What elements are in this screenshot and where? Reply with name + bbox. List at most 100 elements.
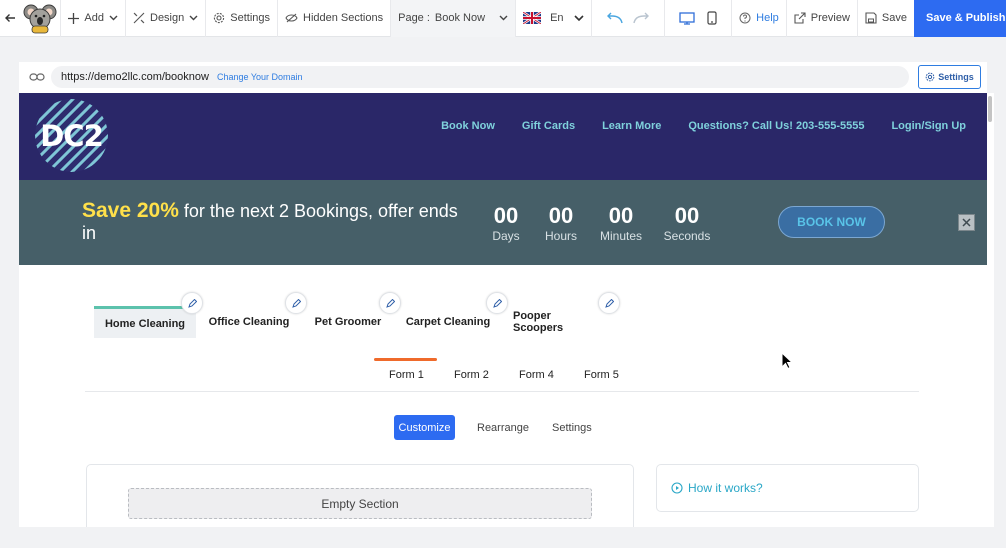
add-menu[interactable]: Add	[61, 0, 126, 37]
preview-button[interactable]: Preview	[787, 0, 858, 37]
book-now-button[interactable]: BOOK NOW	[778, 206, 885, 238]
tab-form-5[interactable]: Form 5	[584, 369, 619, 381]
customize-button[interactable]: Customize	[394, 415, 455, 440]
site-header: DC2 Book Now Gift Cards Learn More Quest…	[19, 93, 987, 180]
countdown-label: Seconds	[663, 229, 711, 243]
pencil-icon	[291, 298, 301, 308]
play-circle-icon	[671, 482, 683, 494]
save-label: Save	[881, 12, 907, 24]
promo-highlight: Save 20%	[82, 199, 179, 222]
divider	[85, 391, 919, 392]
countdown-value: 00	[493, 203, 519, 228]
save-icon	[865, 12, 877, 24]
question-circle-icon	[739, 12, 751, 24]
empty-section[interactable]: Empty Section	[128, 488, 592, 519]
close-icon	[962, 218, 971, 227]
editor-toolbar: Add Design Settings Hidden Sections Page…	[0, 0, 1006, 37]
countdown-label: Days	[492, 229, 520, 243]
url-field[interactable]: https://demo2llc.com/booknow Change Your…	[51, 66, 909, 88]
desktop-icon[interactable]	[679, 11, 695, 25]
chevron-down-icon	[109, 15, 118, 21]
countdown-value: 00	[608, 203, 634, 228]
countdown-seconds: 00 Seconds	[662, 203, 712, 243]
edit-tab-button[interactable]	[379, 292, 401, 314]
countdown-days: 00 Days	[487, 203, 525, 243]
publish-label: Save & Publish	[926, 12, 1006, 24]
language-value: En	[550, 12, 564, 24]
tab-form-4[interactable]: Form 4	[519, 369, 554, 381]
mouse-cursor-icon	[781, 352, 793, 370]
dc2-logo[interactable]: DC2	[35, 99, 108, 172]
pencil-icon	[604, 298, 614, 308]
scrollbar-track[interactable]	[987, 93, 994, 527]
countdown-minutes: 00 Minutes	[597, 203, 645, 243]
close-banner-button[interactable]	[958, 214, 975, 231]
edit-tab-button[interactable]	[598, 292, 620, 314]
site-nav: Book Now Gift Cards Learn More Questions…	[441, 120, 966, 132]
tab-pooper-scoopers[interactable]: Pooper Scoopers	[513, 306, 603, 338]
mobile-icon[interactable]	[707, 11, 717, 25]
help-button[interactable]: Help	[732, 0, 787, 37]
help-panel: How it works?	[656, 464, 919, 512]
device-toggles	[665, 0, 733, 37]
promo-banner: Save 20% for the next 2 Bookings, offer …	[19, 180, 987, 265]
nav-learn-more[interactable]: Learn More	[602, 120, 661, 132]
tab-pet-groomer[interactable]: Pet Groomer	[309, 306, 387, 338]
gear-icon	[925, 72, 935, 82]
scrollbar-thumb[interactable]	[988, 96, 992, 122]
page-selector[interactable]: Page : Book Now	[391, 0, 517, 37]
site-preview: DC2 Book Now Gift Cards Learn More Quest…	[19, 93, 987, 527]
active-form-indicator	[374, 358, 437, 361]
hidden-sections-button[interactable]: Hidden Sections	[278, 0, 392, 37]
preview-label: Preview	[810, 12, 850, 24]
promo-text: Save 20% for the next 2 Bookings, offer …	[82, 200, 462, 244]
pencil-icon	[385, 298, 395, 308]
save-button[interactable]: Save	[858, 0, 914, 37]
redo-icon[interactable]	[633, 12, 650, 24]
tab-carpet-cleaning[interactable]: Carpet Cleaning	[404, 306, 492, 338]
arrow-left-icon	[5, 14, 15, 22]
tab-home-cleaning[interactable]: Home Cleaning	[94, 306, 196, 338]
nav-gift-cards[interactable]: Gift Cards	[522, 120, 575, 132]
eye-slash-icon	[285, 13, 298, 23]
nav-book-now[interactable]: Book Now	[441, 120, 495, 132]
chevron-down-icon	[574, 14, 584, 21]
settings-label: Settings	[230, 12, 270, 24]
language-selector[interactable]: En	[516, 0, 593, 37]
countdown-label: Hours	[544, 229, 577, 243]
how-it-works-link[interactable]: How it works?	[671, 481, 763, 495]
page-value: Book Now	[434, 12, 486, 24]
add-label: Add	[84, 12, 104, 24]
rearrange-button[interactable]: Rearrange	[477, 422, 529, 434]
edit-tab-button[interactable]	[285, 292, 307, 314]
tab-office-cleaning[interactable]: Office Cleaning	[206, 306, 292, 338]
countdown-value: 00	[548, 203, 574, 228]
back-button[interactable]	[0, 0, 20, 37]
tab-form-2[interactable]: Form 2	[454, 369, 489, 381]
design-menu[interactable]: Design	[126, 0, 207, 37]
domain-settings-button[interactable]: Settings	[918, 65, 981, 89]
logo-text: DC2	[40, 119, 104, 153]
chevron-down-icon	[499, 15, 508, 21]
nav-phone[interactable]: Questions? Call Us! 203-555-5555	[688, 120, 864, 132]
history-controls	[592, 0, 666, 37]
change-domain-link[interactable]: Change Your Domain	[217, 72, 303, 82]
domain-settings-label: Settings	[938, 72, 974, 82]
pencil-icon	[187, 298, 197, 308]
nav-login[interactable]: Login/Sign Up	[891, 120, 966, 132]
domain-bar: https://demo2llc.com/booknow Change Your…	[19, 62, 987, 93]
edit-tab-button[interactable]	[181, 292, 203, 314]
gear-icon	[214, 12, 225, 24]
tab-form-1[interactable]: Form 1	[389, 369, 424, 381]
settings-button[interactable]: Settings	[552, 422, 592, 434]
plus-icon	[68, 12, 80, 24]
koala-logo[interactable]	[20, 0, 62, 37]
chevron-down-icon	[189, 15, 198, 21]
countdown-hours: 00 Hours	[540, 203, 582, 243]
undo-icon[interactable]	[606, 12, 623, 24]
countdown-label: Minutes	[599, 229, 643, 243]
page-prefix: Page :	[398, 12, 430, 24]
edit-tab-button[interactable]	[486, 292, 508, 314]
save-and-publish-button[interactable]: Save & Publish	[914, 0, 1006, 37]
settings-menu[interactable]: Settings	[206, 0, 278, 37]
